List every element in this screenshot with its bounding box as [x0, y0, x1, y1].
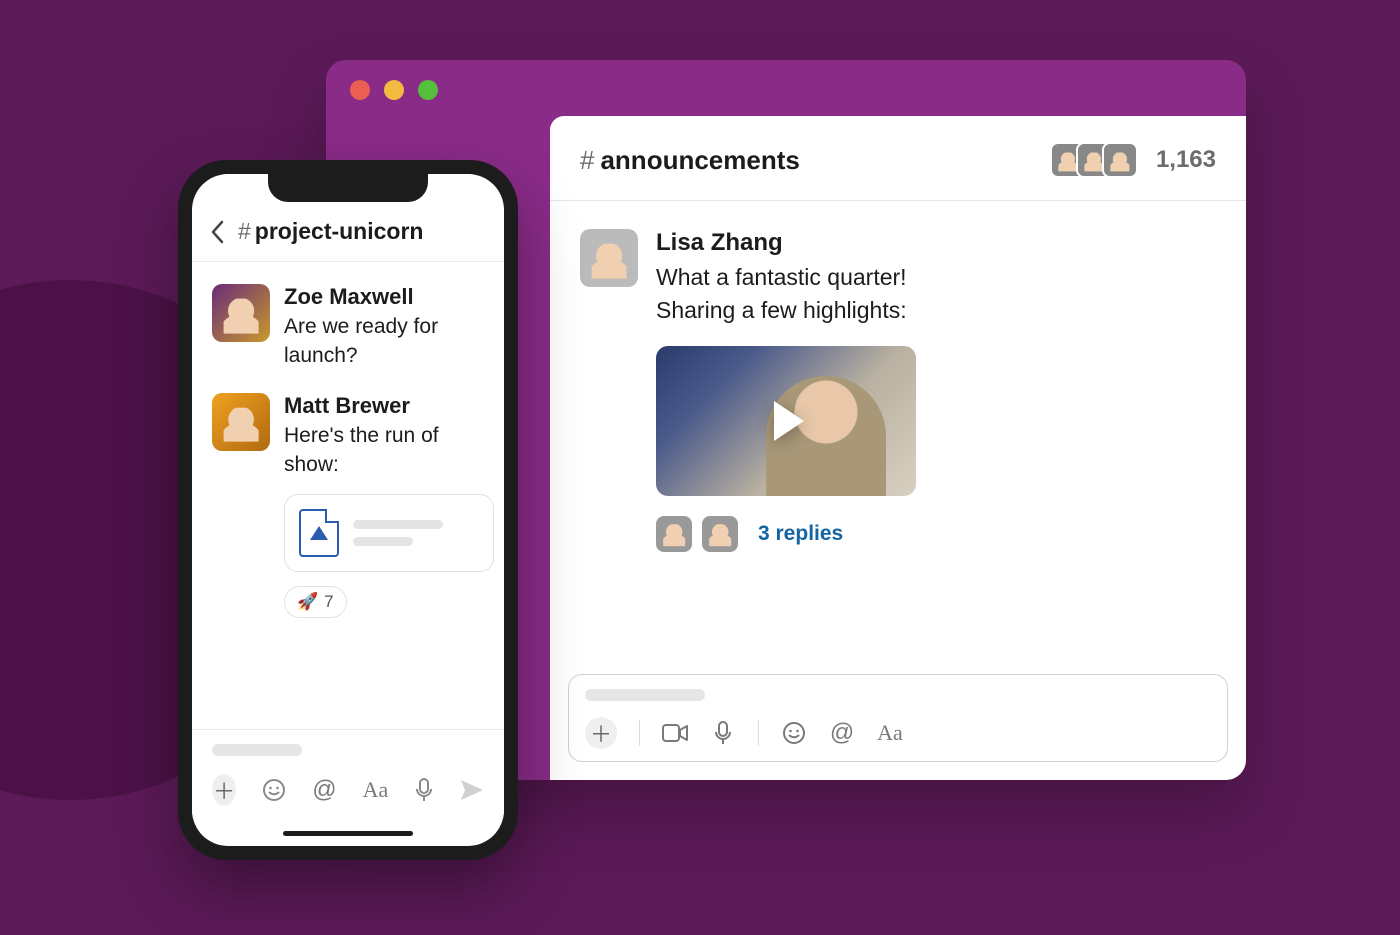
attach-button[interactable]: ＋	[585, 717, 617, 749]
formatting-icon[interactable]: Aa	[877, 720, 903, 746]
message-text: What a fantastic quarter! Sharing a few …	[656, 261, 916, 328]
mention-icon[interactable]: @	[829, 720, 855, 746]
microphone-icon[interactable]	[710, 720, 736, 746]
channel-name-text: announcements	[600, 145, 799, 175]
phone-notch	[268, 174, 428, 202]
message-composer[interactable]: ＋ @ Aa	[568, 674, 1228, 762]
attach-button[interactable]: ＋	[212, 774, 236, 806]
send-button[interactable]	[460, 777, 484, 803]
toolbar-divider	[639, 720, 640, 746]
message-text: Here's the run of show:	[284, 421, 494, 480]
desktop-channel-panel: #announcements 1,163 Lisa Zhang What a f…	[550, 116, 1246, 780]
document-attachment[interactable]	[284, 494, 494, 572]
emoji-icon[interactable]	[262, 777, 286, 803]
channel-meta: 1,163	[1050, 142, 1216, 178]
composer-placeholder	[212, 744, 302, 756]
member-avatar-stack[interactable]	[1050, 142, 1138, 178]
video-attachment[interactable]	[656, 346, 916, 496]
channel-header: #announcements 1,163	[550, 116, 1246, 201]
document-title-placeholder	[353, 520, 479, 546]
message-avatar[interactable]	[580, 229, 638, 287]
emoji-icon[interactable]	[781, 720, 807, 746]
home-indicator	[283, 831, 413, 836]
thread-replies-link[interactable]: 3 replies	[758, 522, 843, 546]
window-close-dot[interactable]	[350, 80, 370, 100]
google-drive-file-icon	[299, 509, 339, 557]
message-text: Are we ready for launch?	[284, 312, 484, 371]
member-count[interactable]: 1,163	[1156, 146, 1216, 174]
message-author[interactable]: Matt Brewer	[284, 393, 494, 419]
video-icon[interactable]	[662, 720, 688, 746]
message-author[interactable]: Lisa Zhang	[656, 229, 916, 257]
formatting-icon[interactable]: Aa	[363, 777, 389, 803]
phone-message-list: Zoe Maxwell Are we ready for launch? Mat…	[192, 262, 504, 618]
reaction-chip[interactable]: 🚀 7	[284, 586, 347, 618]
phone-message-composer[interactable]: ＋ @ Aa	[192, 729, 504, 818]
message-content: Lisa Zhang What a fantastic quarter! Sha…	[656, 229, 916, 552]
composer-placeholder	[585, 689, 705, 701]
window-minimize-dot[interactable]	[384, 80, 404, 100]
message: Matt Brewer Here's the run of show: 🚀 7	[212, 393, 484, 618]
message: Zoe Maxwell Are we ready for launch?	[212, 284, 484, 371]
reaction-count: 7	[324, 592, 333, 612]
rocket-emoji-icon: 🚀	[297, 592, 318, 612]
back-button[interactable]	[210, 220, 224, 244]
window-traffic-lights	[350, 80, 438, 100]
message-content: Zoe Maxwell Are we ready for launch?	[284, 284, 484, 371]
phone-composer-toolbar: ＋ @ Aa	[212, 774, 484, 806]
microphone-icon[interactable]	[414, 777, 434, 803]
hash-icon: #	[580, 145, 594, 175]
window-maximize-dot[interactable]	[418, 80, 438, 100]
message-avatar[interactable]	[212, 393, 270, 451]
thread-summary[interactable]: 3 replies	[656, 516, 916, 552]
phone-device: #project-unicorn Zoe Maxwell Are we read…	[178, 160, 518, 860]
composer-toolbar: ＋ @ Aa	[585, 717, 1211, 749]
hash-icon: #	[238, 218, 251, 244]
message-author[interactable]: Zoe Maxwell	[284, 284, 484, 310]
phone-channel-name[interactable]: #project-unicorn	[238, 218, 423, 245]
phone-screen: #project-unicorn Zoe Maxwell Are we read…	[192, 174, 504, 846]
toolbar-divider	[758, 720, 759, 746]
channel-name[interactable]: #announcements	[580, 145, 800, 176]
play-icon	[774, 401, 804, 441]
message-avatar[interactable]	[212, 284, 270, 342]
message-content: Matt Brewer Here's the run of show: 🚀 7	[284, 393, 494, 618]
channel-message-list: Lisa Zhang What a fantastic quarter! Sha…	[550, 201, 1246, 562]
message: Lisa Zhang What a fantastic quarter! Sha…	[580, 229, 1216, 552]
reply-avatar	[656, 516, 692, 552]
mention-icon[interactable]: @	[312, 777, 336, 803]
reply-avatar	[702, 516, 738, 552]
member-avatar	[1102, 142, 1138, 178]
